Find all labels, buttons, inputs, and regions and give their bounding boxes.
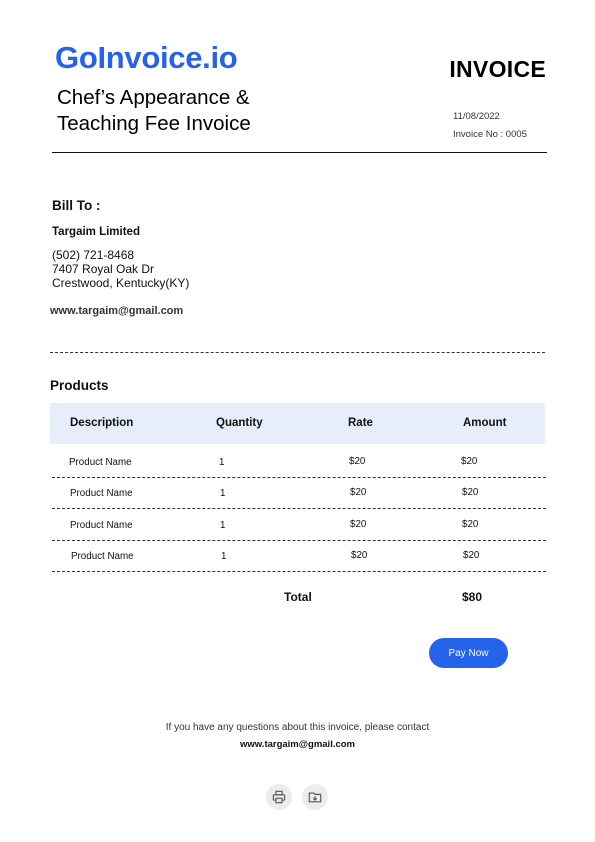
row-4-rate: $20: [351, 550, 368, 561]
header-divider: [52, 152, 547, 153]
invoice-title-line-1: Chef’s Appearance &: [57, 86, 250, 109]
row-divider: [52, 571, 546, 572]
column-header-rate: Rate: [348, 417, 373, 429]
products-heading: Products: [50, 378, 109, 393]
column-header-quantity: Quantity: [216, 417, 263, 429]
footer-message: If you have any questions about this inv…: [165, 722, 430, 733]
row-4-description: Product Name: [71, 551, 134, 562]
row-1-quantity: 1: [219, 457, 225, 468]
row-3-description: Product Name: [70, 520, 133, 531]
folder-download-icon: [308, 792, 322, 803]
bill-to-heading: Bill To :: [52, 198, 101, 213]
row-1-description: Product Name: [69, 457, 132, 468]
row-3-amount: $20: [462, 519, 479, 530]
customer-name: Targaim Limited: [52, 226, 140, 238]
row-divider: [52, 540, 546, 541]
row-2-quantity: 1: [220, 488, 226, 499]
document-type: INVOICE: [449, 56, 546, 82]
customer-phone: (502) 721-8468: [52, 248, 135, 262]
row-4-amount: $20: [463, 550, 480, 561]
row-2-description: Product Name: [70, 488, 133, 499]
row-divider: [52, 508, 546, 509]
total-label: Total: [284, 590, 312, 604]
row-1-rate: $20: [349, 456, 366, 467]
footer-contact-email: www.targaim@gmail.com: [239, 739, 356, 750]
row-3-quantity: 1: [220, 520, 226, 531]
row-3-rate: $20: [350, 519, 367, 530]
printer-icon: [272, 790, 286, 804]
column-header-description: Description: [70, 417, 134, 429]
brand-logo: GoInvoice.io: [55, 40, 238, 75]
row-2-amount: $20: [462, 487, 479, 498]
download-button[interactable]: [302, 784, 328, 810]
invoice-date: 11/08/2022: [453, 111, 500, 122]
customer-address-line-1: 7407 Royal Oak Dr: [52, 262, 155, 276]
print-button[interactable]: [266, 784, 292, 810]
customer-address-line-2: Crestwood, Kentucky(KY): [52, 276, 190, 290]
customer-email: www.targaim@gmail.com: [50, 305, 184, 317]
row-2-rate: $20: [350, 487, 367, 498]
row-divider: [52, 477, 546, 478]
invoice-title-line-2: Teaching Fee Invoice: [57, 112, 251, 135]
total-value: $80: [462, 590, 483, 604]
invoice-number: Invoice No : 0005: [453, 129, 527, 140]
row-4-quantity: 1: [221, 551, 227, 562]
row-1-amount: $20: [461, 456, 478, 467]
column-header-amount: Amount: [463, 417, 507, 429]
section-divider: [50, 352, 545, 353]
pay-now-button[interactable]: Pay Now: [429, 638, 508, 668]
